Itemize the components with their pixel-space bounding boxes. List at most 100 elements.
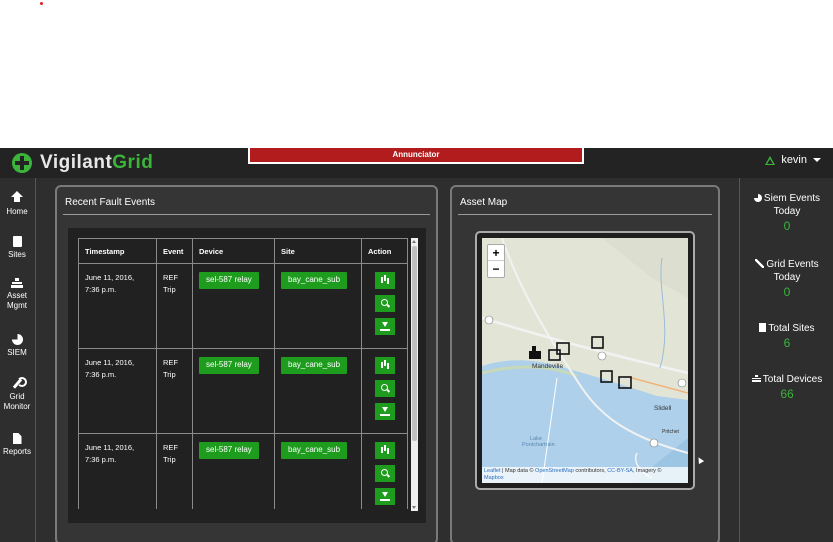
map-attribution: Leaflet | Map data © OpenStreetMap contr…: [482, 467, 688, 483]
nav-label: Home: [6, 207, 28, 216]
site-button[interactable]: bay_cane_sub: [281, 442, 348, 459]
zoom-out-button[interactable]: −: [488, 261, 504, 277]
divider: [458, 214, 712, 215]
divider: [63, 214, 430, 215]
scroll-down-icon[interactable]: [412, 506, 416, 509]
red-dot: [40, 2, 43, 5]
leaflet-link[interactable]: Leaflet: [484, 468, 501, 474]
download-button[interactable]: [374, 318, 395, 335]
table-header-row: Timestamp Event Device Site Action: [78, 238, 408, 264]
annunciator-banner[interactable]: Annunciator: [248, 148, 584, 164]
timestamp-cell: June 11, 2016, 7:36 p.m.: [78, 348, 157, 434]
pie-chart-icon: [11, 334, 23, 345]
user-menu[interactable]: kevin: [765, 154, 821, 166]
column-header[interactable]: Device: [192, 238, 275, 264]
table-row: June 11, 2016, 7:36 p.m. REF Trip sel-587 …: [78, 348, 408, 434]
search-button[interactable]: [374, 465, 395, 482]
map-label-city: Mandeville: [532, 363, 564, 370]
nav-reports[interactable]: Reports: [0, 433, 34, 457]
timestamp-time: 7:36 p.m.: [85, 370, 117, 379]
stat-grid-events: Grid Events Today 0: [740, 258, 833, 299]
logo[interactable]: VigilantGrid: [12, 152, 153, 174]
attribution-text: | Map data ©: [500, 468, 536, 474]
column-header[interactable]: Site: [274, 238, 362, 264]
stat-value: 6: [783, 336, 791, 350]
nav-label: Asset: [6, 291, 27, 300]
panel-title: Recent Fault Events: [65, 197, 156, 208]
download-button[interactable]: [374, 488, 395, 505]
top-bar: VigilantGrid Annunciator kevin: [0, 148, 833, 178]
pie-chart-icon: [753, 194, 762, 202]
nav-home[interactable]: Home: [0, 191, 34, 217]
map-label-city: Slidell: [654, 405, 672, 412]
asset-map[interactable]: Mandeville Slidell Pritchet Lake Pontcha…: [482, 238, 688, 483]
mapbox-link[interactable]: Mapbox: [484, 475, 504, 481]
device-button[interactable]: sel-587 relay: [199, 272, 259, 289]
nav-sites[interactable]: Sites: [0, 236, 34, 260]
timestamp-date: June 11, 2016,: [85, 358, 135, 367]
column-header[interactable]: Event: [156, 238, 193, 264]
action-cell: [361, 433, 408, 509]
nav-label: Sites: [8, 250, 26, 259]
action-cell: [361, 348, 408, 434]
event-type: REF: [163, 273, 178, 282]
device-button[interactable]: sel-587 relay: [199, 442, 259, 459]
device-cell: sel-587 relay: [192, 348, 275, 434]
chart-button[interactable]: [374, 442, 395, 459]
logo-text: VigilantGrid: [40, 152, 153, 174]
search-button[interactable]: [374, 295, 395, 312]
device-cell: sel-587 relay: [192, 433, 275, 509]
zoom-in-button[interactable]: +: [488, 245, 504, 261]
stat-total-devices: Total Devices 66: [740, 373, 833, 401]
stat-label-line2: Today: [773, 272, 801, 283]
chart-button[interactable]: [374, 272, 395, 289]
nav-grid-monitor[interactable]: Grid Monitor: [0, 377, 34, 412]
home-icon: [11, 191, 23, 204]
building-icon: [759, 323, 767, 332]
nav-label-line2: Mgmt: [7, 301, 27, 310]
fault-table-container: Timestamp Event Device Site Action June …: [68, 228, 426, 523]
timestamp-cell: June 11, 2016, 7:36 p.m.: [78, 263, 157, 349]
nav-label-line2: Monitor: [3, 402, 31, 411]
stat-value: 66: [780, 387, 794, 401]
device-button[interactable]: sel-587 relay: [199, 357, 259, 374]
fault-table-scroll-area[interactable]: Timestamp Event Device Site Action June …: [78, 238, 408, 509]
nav-siem[interactable]: SIEM: [0, 334, 34, 358]
table-scrollbar[interactable]: [411, 238, 418, 511]
fault-events-table: Timestamp Event Device Site Action June …: [78, 238, 408, 509]
map-tiles: [482, 238, 688, 483]
download-button[interactable]: [374, 403, 395, 420]
license-link[interactable]: CC-BY-SA: [607, 468, 633, 474]
site-button[interactable]: bay_cane_sub: [281, 272, 348, 289]
timestamp-time: 7:36 p.m.: [85, 285, 117, 294]
stat-total-sites: Total Sites 6: [740, 322, 833, 350]
stat-value: 0: [783, 285, 791, 299]
timestamp-time: 7:36 p.m.: [85, 455, 117, 464]
stat-label: Grid Events: [766, 259, 819, 270]
map-label-lake-line2: Pontchartrain: [522, 442, 555, 448]
site-cell: bay_cane_sub: [274, 263, 362, 349]
stat-value: 0: [783, 219, 791, 233]
site-button[interactable]: bay_cane_sub: [281, 357, 348, 374]
event-type: REF: [163, 358, 178, 367]
sites-icon: [12, 236, 22, 247]
scroll-up-icon[interactable]: [412, 240, 416, 243]
sitemap-icon: [11, 278, 23, 288]
panel-title: Asset Map: [460, 197, 508, 208]
zoom-control: + −: [487, 244, 505, 278]
recent-fault-events-panel: Recent Fault Events Timestamp Event Devi…: [55, 185, 438, 542]
scrollbar-thumb[interactable]: [412, 246, 417, 441]
column-header[interactable]: Timestamp: [78, 238, 157, 264]
nav-label: Reports: [2, 447, 31, 456]
chart-button[interactable]: [374, 357, 395, 374]
osm-link[interactable]: OpenStreetMap: [535, 468, 574, 474]
device-cell: sel-587 relay: [192, 263, 275, 349]
timestamp-cell: June 11, 2016, 7:36 p.m.: [78, 433, 157, 509]
map-label-city: Pritchet: [662, 429, 679, 435]
search-button[interactable]: [374, 380, 395, 397]
action-cell: [361, 263, 408, 349]
logo-text-part2: Grid: [112, 152, 154, 173]
wrench-icon: [755, 259, 765, 268]
nav-label: Grid: [9, 392, 25, 401]
nav-asset-mgmt[interactable]: Asset Mgmt: [0, 278, 34, 311]
